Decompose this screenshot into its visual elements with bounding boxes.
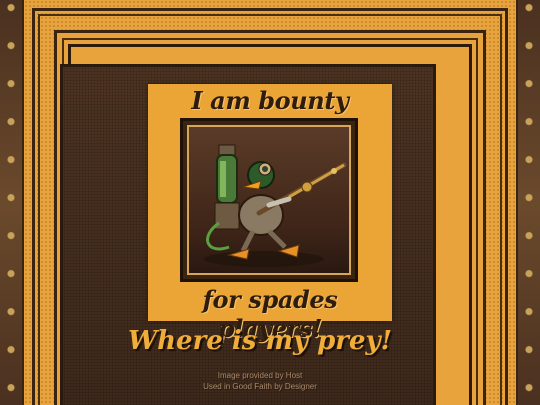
left-pattern-border [0,0,22,405]
duck-bounty-hunter-illustration [204,144,347,267]
credit-line-designer: Used in Good Faith by Designer [203,382,317,391]
right-pattern-border [518,0,540,405]
credit-line-host: Image provided by Host [217,371,303,380]
bounty-card: I am bounty hunting [148,84,392,343]
portrait-frame [180,118,358,282]
tagline: Where is my prey! [127,326,393,356]
duck-bounty-hunter-image [187,125,351,275]
